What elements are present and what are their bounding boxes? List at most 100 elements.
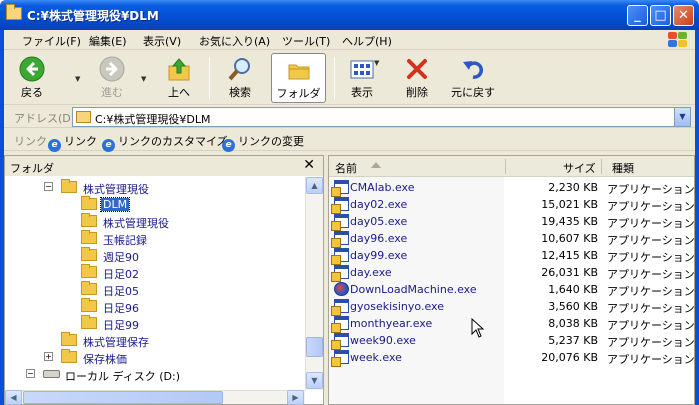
minimize-button[interactable]: _ xyxy=(627,5,648,26)
back-button[interactable]: 戻る xyxy=(10,53,54,103)
column-header: 名前 サイズ 種類 xyxy=(329,156,694,177)
sort-ascending-icon xyxy=(371,162,381,168)
ie-icon: e xyxy=(222,139,235,152)
folder-tree: − 株式管理現役 DLM 株式管理現役 玉帳記録 週足90 日足02 日足05 … xyxy=(26,179,180,383)
expand-icon[interactable]: + xyxy=(44,352,53,361)
scroll-thumb[interactable] xyxy=(23,391,223,404)
file-row[interactable]: week90.exe 5,237 KB アプリケーション xyxy=(329,332,695,350)
folders-pane-title: フォルダ xyxy=(10,162,54,175)
folders-button[interactable]: フォルダ xyxy=(271,53,326,103)
folder-icon xyxy=(81,230,97,244)
folder-up-icon xyxy=(166,56,192,82)
back-dropdown-icon[interactable]: ▼ xyxy=(75,75,80,83)
file-row[interactable]: CMAlab.exe 2,230 KB アプリケーション xyxy=(329,179,695,197)
close-button[interactable]: ✕ xyxy=(673,5,694,26)
ie-icon: e xyxy=(48,139,61,152)
window-client: ファイル(F) 編集(E) 表示(V) お気に入り(A) ツール(T) ヘルプ(… xyxy=(4,30,695,405)
address-label: アドレス(D) xyxy=(14,112,76,125)
application-icon xyxy=(331,180,349,197)
folder-icon xyxy=(81,213,97,227)
collapse-icon[interactable]: − xyxy=(26,369,35,378)
explorer-window: C:¥株式管理現役¥DLM _ □ ✕ ファイル(F) 編集(E) 表示(V) … xyxy=(0,0,699,405)
application-icon xyxy=(331,248,349,265)
menu-favorites[interactable]: お気に入り(A) xyxy=(199,33,270,49)
standard-toolbar: 戻る ▼ 進む ▼ 上へ 検索 フォルダ 表示 ▼ 削除 元に戻す xyxy=(4,51,695,105)
address-bar: アドレス(D) C:¥株式管理現役¥DLM ▼ xyxy=(4,106,695,128)
application-icon xyxy=(331,316,349,333)
address-value: C:¥株式管理現役¥DLM xyxy=(95,113,211,126)
folder-icon xyxy=(6,4,22,20)
scroll-right-icon[interactable]: ▶ xyxy=(287,390,304,405)
application-icon xyxy=(331,333,349,350)
file-row[interactable]: gyosekisinyo.exe 3,560 KB アプリケーション xyxy=(329,298,695,316)
up-button[interactable]: 上へ xyxy=(157,53,201,103)
folder-icon xyxy=(76,111,91,123)
download-app-icon xyxy=(334,282,349,296)
toolbar-separator xyxy=(334,57,335,99)
back-arrow-icon xyxy=(19,56,45,82)
forward-dropdown-icon[interactable]: ▼ xyxy=(141,75,146,83)
folder-icon xyxy=(81,264,97,278)
undo-button[interactable]: 元に戻す xyxy=(448,53,498,103)
link-item[interactable]: e リンク xyxy=(48,133,97,152)
folders-icon xyxy=(286,57,312,83)
search-button[interactable]: 検索 xyxy=(218,53,262,103)
application-icon xyxy=(331,265,349,282)
title-bar[interactable]: C:¥株式管理現役¥DLM _ □ ✕ xyxy=(0,0,699,30)
toolbar-separator xyxy=(209,57,210,99)
address-dropdown-icon[interactable]: ▼ xyxy=(674,108,690,126)
column-separator[interactable] xyxy=(505,159,506,174)
folders-pane: フォルダ ✕ − 株式管理現役 DLM 株式管理現役 玉帳記録 週足90 日足0… xyxy=(4,155,324,405)
file-row[interactable]: day.exe 26,031 KB アプリケーション xyxy=(329,264,695,282)
column-size[interactable]: サイズ xyxy=(563,160,596,176)
file-row[interactable]: DownLoadMachine.exe 1,640 KB アプリケーション xyxy=(329,281,695,298)
folder-icon xyxy=(61,332,77,346)
column-type[interactable]: 種類 xyxy=(612,160,634,176)
folder-icon xyxy=(81,247,97,261)
scroll-left-icon[interactable]: ◀ xyxy=(5,390,22,405)
hard-drive-icon xyxy=(43,370,60,378)
menu-edit[interactable]: 編集(E) xyxy=(89,33,127,49)
views-dropdown-icon[interactable]: ▼ xyxy=(374,59,379,67)
delete-button[interactable]: 削除 xyxy=(397,53,437,103)
maximize-button[interactable]: □ xyxy=(650,5,671,26)
close-pane-icon[interactable]: ✕ xyxy=(303,157,315,173)
menu-file[interactable]: ファイル(F) xyxy=(22,33,81,49)
menu-view[interactable]: 表示(V) xyxy=(143,33,181,49)
folder-icon xyxy=(81,281,97,295)
undo-icon xyxy=(460,56,486,82)
folders-horizontal-scrollbar[interactable]: ◀ ▶ xyxy=(5,390,305,405)
folders-vertical-scrollbar[interactable]: ▲ ▼ xyxy=(305,177,323,390)
file-row[interactable]: day02.exe 15,021 KB アプリケーション xyxy=(329,196,695,214)
file-row[interactable]: day99.exe 12,415 KB アプリケーション xyxy=(329,247,695,265)
column-separator[interactable] xyxy=(601,159,602,174)
address-input[interactable]: C:¥株式管理現役¥DLM ▼ xyxy=(72,107,691,127)
menu-tools[interactable]: ツール(T) xyxy=(282,33,330,49)
scroll-up-icon[interactable]: ▲ xyxy=(306,177,323,194)
ie-icon: e xyxy=(102,139,115,152)
menu-help[interactable]: ヘルプ(H) xyxy=(342,33,392,49)
column-name[interactable]: 名前 xyxy=(335,160,357,176)
folder-icon xyxy=(81,315,97,329)
links-bar: リンク e リンク e リンクのカスタマイズ e リンクの変更 xyxy=(4,129,695,152)
file-row[interactable]: day05.exe 19,435 KB アプリケーション xyxy=(329,213,695,231)
links-label: リンク xyxy=(14,135,47,148)
search-icon xyxy=(227,56,253,82)
application-icon xyxy=(331,197,349,214)
link-item[interactable]: e リンクの変更 xyxy=(222,133,304,152)
file-row[interactable]: monthyear.exe 8,038 KB アプリケーション xyxy=(329,315,695,333)
folder-icon xyxy=(81,298,97,312)
forward-button[interactable]: 進む xyxy=(90,53,134,103)
link-item[interactable]: e リンクのカスタマイズ xyxy=(102,133,228,152)
collapse-icon[interactable]: − xyxy=(44,182,53,191)
file-row[interactable]: week.exe 20,076 KB アプリケーション xyxy=(329,349,695,367)
application-icon xyxy=(331,214,349,231)
scroll-thumb[interactable] xyxy=(306,337,323,357)
scroll-down-icon[interactable]: ▼ xyxy=(306,372,323,389)
application-icon xyxy=(331,231,349,248)
menu-bar: ファイル(F) 編集(E) 表示(V) お気に入り(A) ツール(T) ヘルプ(… xyxy=(4,30,695,50)
delete-icon xyxy=(404,56,430,82)
file-row[interactable]: day96.exe 10,607 KB アプリケーション xyxy=(329,230,695,248)
file-list-pane: 名前 サイズ 種類 CMAlab.exe 2,230 KB アプリケーション day… xyxy=(328,155,695,405)
folder-icon xyxy=(61,349,77,363)
